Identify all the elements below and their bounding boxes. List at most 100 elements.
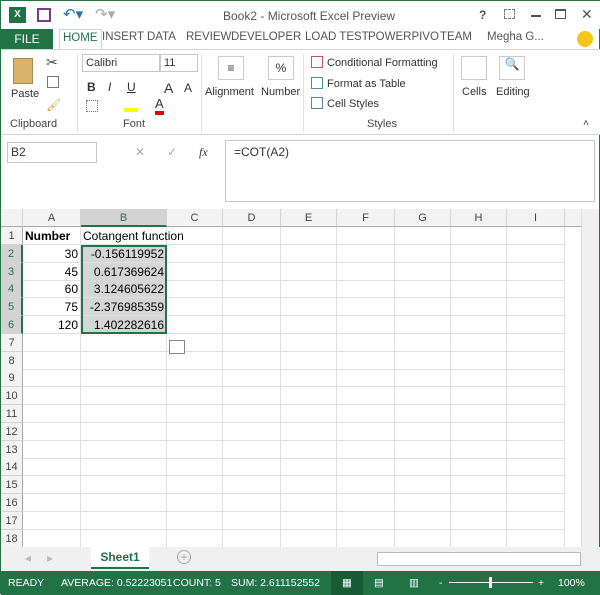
cell-styles-button[interactable]: Cell Styles [327,98,379,110]
cell-f3[interactable] [337,262,395,281]
cell-d9[interactable] [223,369,281,388]
select-all-corner[interactable] [1,209,23,227]
close-button[interactable]: ✕ [581,6,593,23]
collapse-ribbon-icon[interactable]: ˄ [583,118,589,129]
cell-e18[interactable] [281,529,337,547]
cell-i3[interactable] [507,262,565,281]
underline-button[interactable]: U [127,80,136,94]
row-header-7[interactable]: 7 [1,333,23,352]
horizontal-scrollbar[interactable] [377,552,581,566]
cell-b7[interactable] [81,333,167,352]
cell-e9[interactable] [281,369,337,388]
font-size-select[interactable]: 11 [160,54,198,72]
quick-analysis-icon[interactable] [169,339,185,354]
cell-b18[interactable] [81,529,167,547]
cell-b4[interactable]: 3.124605622 [81,280,167,299]
cell-e11[interactable] [281,405,337,423]
column-header-i[interactable]: I [507,209,565,227]
cell-e15[interactable] [281,476,337,495]
cell-h5[interactable] [451,298,507,317]
font-name-select[interactable]: Calibri [82,54,160,72]
cell-i11[interactable] [507,405,565,423]
user-account[interactable]: Megha G... [487,31,544,43]
row-header-13[interactable]: 13 [1,440,23,459]
cell-e3[interactable] [281,262,337,281]
tab-insert[interactable]: INSERT [102,31,144,43]
cell-b16[interactable] [81,494,167,512]
cell-a10[interactable] [23,387,81,406]
cell-i16[interactable] [507,494,565,512]
column-header-f[interactable]: F [337,209,395,227]
formula-input[interactable]: =COT(A2) [225,140,595,202]
cell-f8[interactable] [337,351,395,370]
cell-a15[interactable] [23,476,81,495]
tab-developer[interactable]: DEVELOPER [231,31,301,43]
cell-a11[interactable] [23,405,81,423]
cell-f4[interactable] [337,280,395,299]
cell-b1[interactable]: Cotangent function [81,227,184,245]
cell-c10[interactable] [167,387,223,406]
zoom-out-button[interactable]: - [439,571,443,595]
cell-h2[interactable] [451,244,507,263]
fill-color-icon[interactable] [124,98,138,112]
maximize-button[interactable] [555,9,566,19]
cell-h18[interactable] [451,529,507,547]
row-header-17[interactable]: 17 [1,511,23,530]
cell-b11[interactable] [81,405,167,423]
cell-f13[interactable] [337,440,395,459]
insert-function-button[interactable]: fx [199,145,208,160]
tab-load-test[interactable]: LOAD TEST [305,31,369,43]
cell-i12[interactable] [507,422,565,441]
cell-c4[interactable] [167,280,223,299]
cell-c1[interactable] [167,227,223,245]
cell-i10[interactable] [507,387,565,406]
editing-button[interactable]: Editing [496,86,530,98]
cell-d8[interactable] [223,351,281,370]
cell-h15[interactable] [451,476,507,495]
new-sheet-icon[interactable]: + [177,550,191,564]
cell-c18[interactable] [167,529,223,547]
column-header-g[interactable]: G [395,209,451,227]
cell-b2[interactable]: -0.156119952 [81,244,167,263]
row-header-16[interactable]: 16 [1,494,23,512]
cell-f14[interactable] [337,458,395,477]
cell-a9[interactable] [23,369,81,388]
row-header-4[interactable]: 4 [1,280,23,299]
cell-f6[interactable] [337,316,395,334]
row-header-14[interactable]: 14 [1,458,23,477]
cell-a2[interactable]: 30 [23,244,81,263]
format-as-table-button[interactable]: Format as Table [327,78,406,90]
cell-h6[interactable] [451,316,507,334]
cell-e14[interactable] [281,458,337,477]
cell-c16[interactable] [167,494,223,512]
cell-g16[interactable] [395,494,451,512]
ribbon-display-icon[interactable] [504,9,515,19]
cell-h9[interactable] [451,369,507,388]
sheet-scroll-left-icon[interactable]: ◂ [25,551,31,565]
cell-c11[interactable] [167,405,223,423]
cell-i17[interactable] [507,511,565,530]
cell-e16[interactable] [281,494,337,512]
cell-h17[interactable] [451,511,507,530]
zoom-in-button[interactable]: + [538,571,544,595]
cell-b5[interactable]: -2.376985359 [81,298,167,317]
cell-i1[interactable] [507,227,565,245]
cell-a6[interactable]: 120 [23,316,81,334]
cell-d4[interactable] [223,280,281,299]
cell-a13[interactable] [23,440,81,459]
cell-h13[interactable] [451,440,507,459]
cell-e10[interactable] [281,387,337,406]
cell-h8[interactable] [451,351,507,370]
row-header-9[interactable]: 9 [1,369,23,388]
cell-c12[interactable] [167,422,223,441]
column-header-c[interactable]: C [167,209,223,227]
help-button[interactable]: ? [479,8,486,22]
cell-a17[interactable] [23,511,81,530]
enter-icon[interactable]: ✓ [167,145,177,159]
cell-a1[interactable]: Number [23,227,81,245]
cell-c15[interactable] [167,476,223,495]
cell-d7[interactable] [223,333,281,352]
cell-e4[interactable] [281,280,337,299]
cell-f15[interactable] [337,476,395,495]
vertical-scrollbar[interactable] [581,209,599,547]
